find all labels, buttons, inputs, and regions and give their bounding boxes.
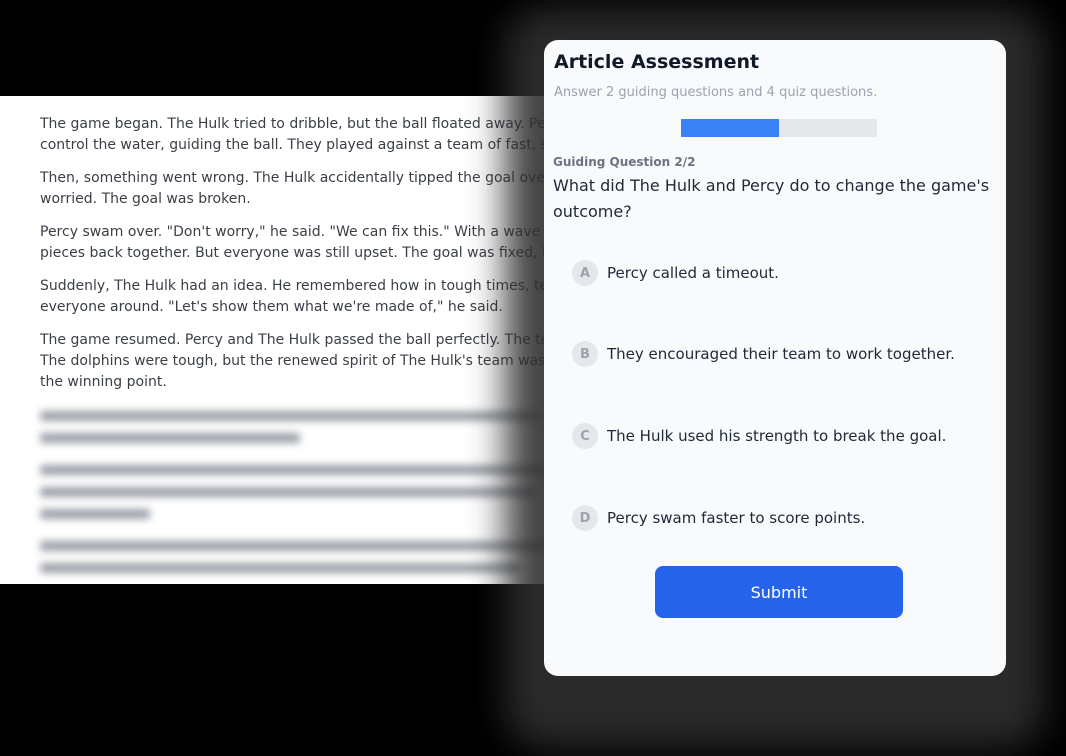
- article-line: worried. The goal was broken.: [40, 191, 251, 207]
- submit-button[interactable]: Submit: [655, 566, 903, 618]
- option-letter-badge: C: [572, 423, 598, 449]
- answer-option-a[interactable]: A Percy called a timeout.: [572, 257, 982, 289]
- progress-fill: [681, 119, 779, 137]
- article-line: Percy swam over. "Don't worry," he said.…: [40, 224, 559, 240]
- option-letter-badge: A: [572, 260, 598, 286]
- answer-option-b[interactable]: B They encouraged their team to work tog…: [572, 338, 982, 370]
- article-line: The game resumed. Percy and The Hulk pas…: [40, 332, 567, 348]
- blurred-text-placeholder: [40, 411, 545, 573]
- article-line: pieces back together. But everyone was s…: [40, 245, 566, 261]
- article-line: The game began. The Hulk tried to dribbl…: [40, 116, 568, 132]
- answer-option-d[interactable]: D Percy swam faster to score points.: [572, 502, 982, 534]
- assessment-card: Article Assessment Answer 2 guiding ques…: [544, 40, 1006, 676]
- option-text: Percy swam faster to score points.: [607, 509, 866, 527]
- question-label: Guiding Question 2/2: [553, 155, 696, 169]
- option-text: The Hulk used his strength to break the …: [607, 427, 947, 445]
- article-line: The dolphins were tough, but the renewed…: [40, 353, 565, 369]
- article-line: the winning point.: [40, 374, 167, 390]
- answer-option-c[interactable]: C The Hulk used his strength to break th…: [572, 420, 982, 452]
- article-line: control the water, guiding the ball. The…: [40, 137, 564, 153]
- assessment-title: Article Assessment: [554, 51, 760, 73]
- article-line: everyone around. "Let's show them what w…: [40, 299, 503, 315]
- option-letter-badge: D: [572, 505, 598, 531]
- option-letter-badge: B: [572, 341, 598, 367]
- article-line: Then, something went wrong. The Hulk acc…: [40, 170, 554, 186]
- question-text: What did The Hulk and Percy do to change…: [553, 176, 990, 221]
- assessment-subtitle: Answer 2 guiding questions and 4 quiz qu…: [554, 85, 878, 100]
- article-line: Suddenly, The Hulk had an idea. He remem…: [40, 278, 566, 294]
- progress-bar: [681, 119, 877, 137]
- option-text: Percy called a timeout.: [607, 264, 779, 282]
- option-text: They encouraged their team to work toget…: [607, 345, 955, 363]
